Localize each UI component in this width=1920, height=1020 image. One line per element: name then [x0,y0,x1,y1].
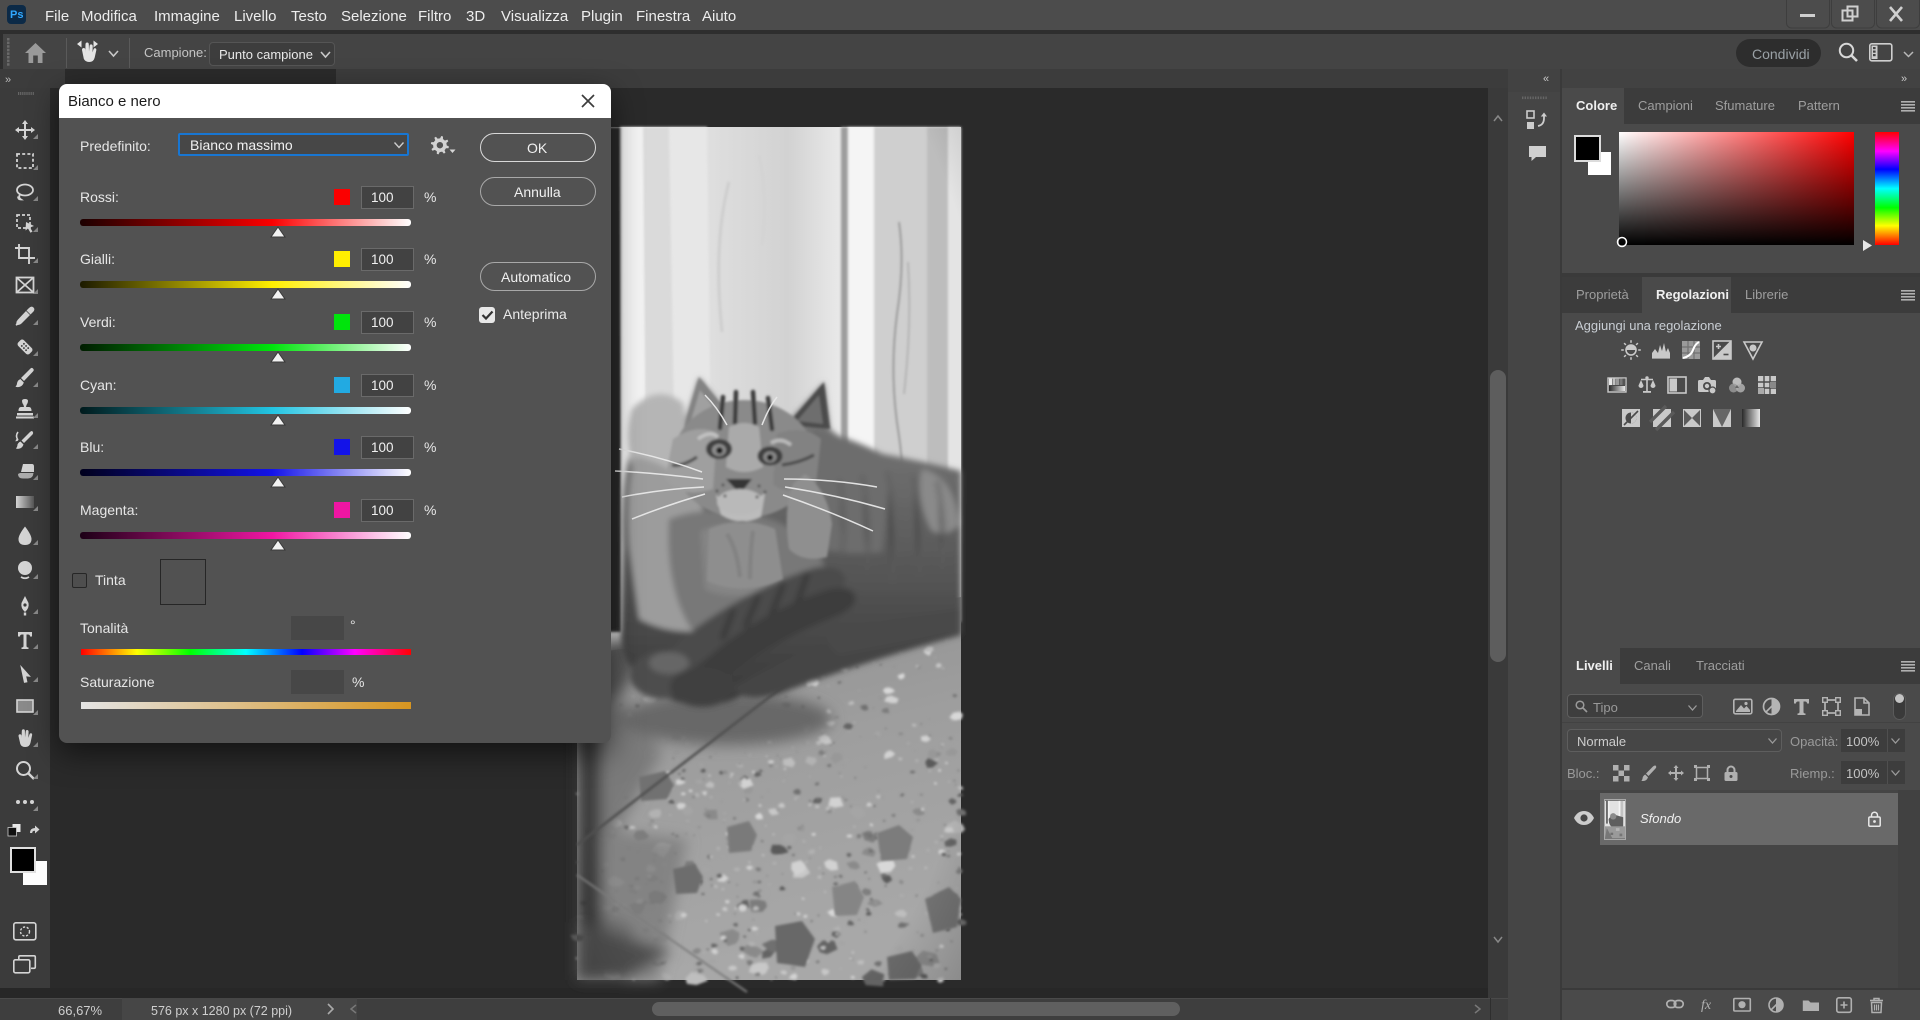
svg-text:fx: fx [1701,998,1712,1013]
